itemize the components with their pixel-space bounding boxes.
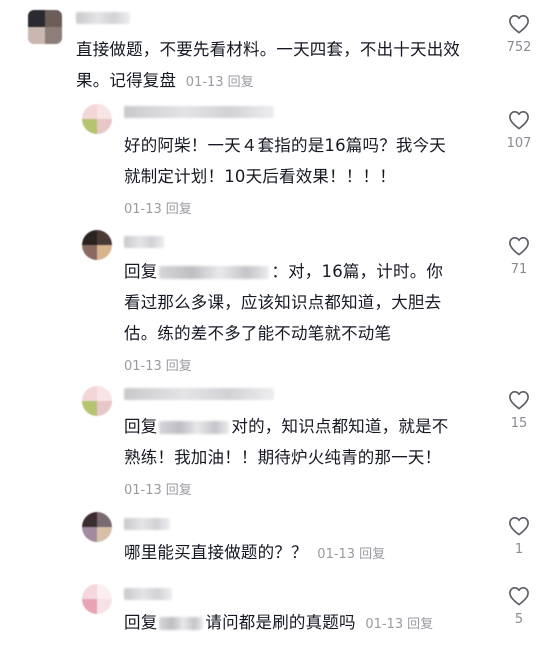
comment-meta: 01-13 回复 (124, 359, 192, 374)
comment-text: 好的阿柴！一天４套指的是16篇吗？我今天 就制定计划！10天后看效果！！！！ 0… (124, 136, 446, 217)
avatar[interactable] (28, 10, 62, 44)
comment-meta: 01-13 回复 (124, 202, 192, 217)
heart-outline-icon (509, 391, 529, 410)
like-count: 1 (514, 542, 524, 557)
comment-meta: 01-13 回复 (361, 617, 433, 632)
like-button[interactable]: 107 (505, 110, 533, 151)
comment-text: 回复 请问都是刷的真题吗 01-13 回复 (124, 613, 434, 632)
comment-date: 01-13 (124, 202, 162, 217)
reply-button[interactable]: 回复 (407, 617, 433, 632)
username[interactable] (124, 588, 172, 600)
comment-date: 01-13 (124, 483, 162, 498)
comment-text: 回复 对的，知识点都知道，就是不 熟练！我加油！！期待炉火纯青的那一天！ 01-1… (124, 417, 449, 498)
comment-text: 直接做题，不要先看材料。一天四套，不出十天出效果。记得复盘 01-13 回复 (76, 40, 461, 90)
comment-date: 01-13 (124, 359, 162, 374)
mentioned-username[interactable] (159, 421, 230, 434)
comment-meta: 01-13 回复 (313, 547, 385, 562)
avatar[interactable] (82, 230, 112, 260)
heart-outline-icon (509, 111, 529, 130)
avatar[interactable] (82, 386, 112, 416)
reply-button[interactable]: 回复 (359, 547, 385, 562)
username[interactable] (124, 236, 164, 248)
username[interactable] (76, 12, 130, 24)
username[interactable] (124, 388, 274, 400)
like-button[interactable]: 71 (505, 236, 533, 277)
like-count: 15 (510, 416, 528, 431)
like-button[interactable]: 5 (505, 586, 533, 627)
heart-outline-icon (509, 15, 529, 34)
like-count: 71 (510, 262, 528, 277)
heart-outline-icon (509, 237, 529, 256)
like-button[interactable]: 752 (505, 14, 533, 55)
comment-meta: 01-13 回复 (182, 75, 254, 90)
like-count: 752 (506, 40, 532, 55)
mentioned-username[interactable] (159, 266, 270, 279)
reply-button[interactable]: 回复 (166, 359, 192, 374)
reply-button[interactable]: 回复 (166, 202, 192, 217)
heart-outline-icon (509, 587, 529, 606)
comment-date: 01-13 (365, 617, 404, 632)
comment-meta: 01-13 回复 (124, 483, 192, 498)
heart-outline-icon (509, 517, 529, 536)
username[interactable] (124, 518, 170, 530)
reply-button[interactable]: 回复 (228, 75, 254, 90)
mentioned-username[interactable] (159, 617, 204, 630)
comment-date: 01-13 (317, 547, 356, 562)
username[interactable] (124, 106, 274, 118)
avatar[interactable] (82, 584, 112, 614)
like-button[interactable]: 15 (505, 390, 533, 431)
like-button[interactable]: 1 (505, 516, 533, 557)
avatar[interactable] (82, 512, 112, 542)
like-count: 107 (506, 136, 532, 151)
comment-date: 01-13 (185, 75, 224, 90)
avatar[interactable] (82, 104, 112, 134)
reply-button[interactable]: 回复 (166, 483, 192, 498)
like-count: 5 (514, 612, 524, 627)
comment-text: 回复 ：对，16篇，计时。你 看过那么多课，应该知识点都知道，大胆去 估。练的差不… (124, 262, 444, 374)
comment-text: 哪里能买直接做题的？？ 01-13 回复 (124, 543, 386, 562)
